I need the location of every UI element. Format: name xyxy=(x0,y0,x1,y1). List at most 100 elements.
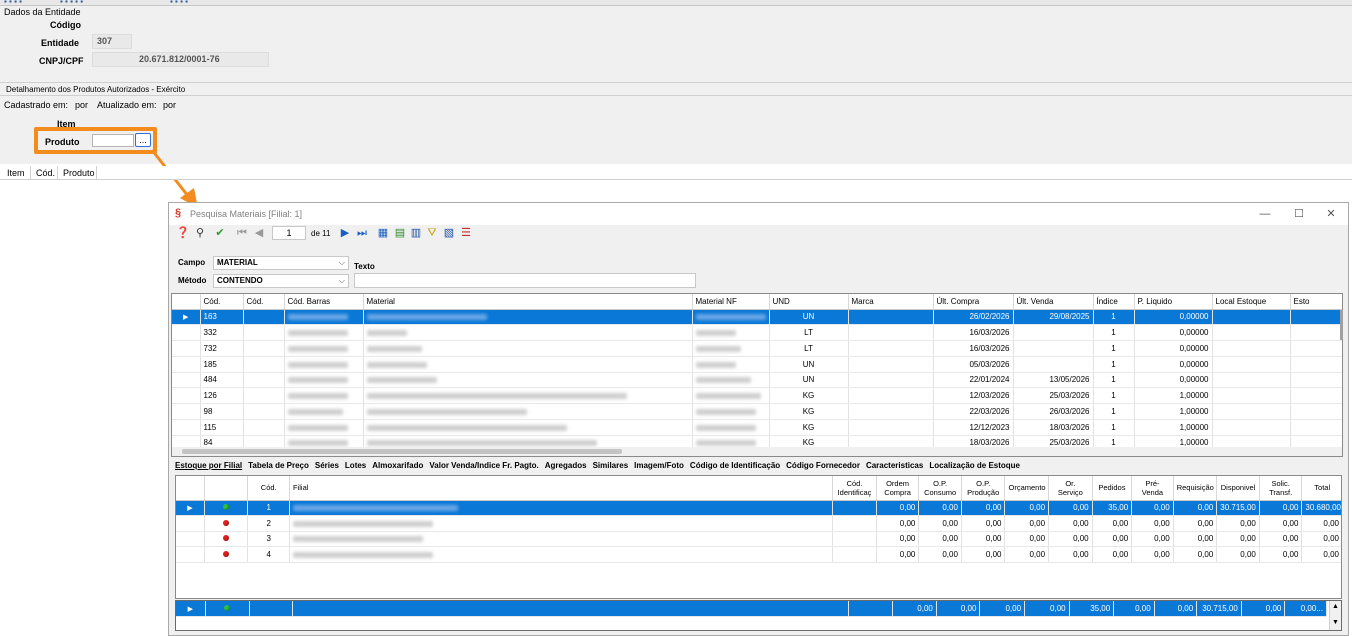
tab-10[interactable]: Código Fornecedor xyxy=(786,461,860,470)
toolbar-icon[interactable]: ▪ ▪ ▪ ▪ ▪ xyxy=(60,0,83,6)
close-icon[interactable]: ✕ xyxy=(1321,206,1341,222)
stock-row[interactable]: 3 0,00 0,00 0,00 0,00 0,00 0,00 0,00 0,00 0,00 0,0… xyxy=(176,531,1341,547)
totals-scrollbar[interactable]: ▲ ▼ xyxy=(1329,601,1341,630)
column-header[interactable]: O.P. Consumo xyxy=(918,476,962,501)
vertical-scrollbar-thumb[interactable] xyxy=(1340,310,1343,340)
column-header[interactable]: Cód. xyxy=(247,476,290,501)
column-header[interactable]: UND xyxy=(769,294,849,310)
checkmark-icon[interactable]: ✔ xyxy=(213,227,227,240)
tab-12[interactable]: Localização de Estoque xyxy=(929,461,1020,470)
cell-indice: 1 xyxy=(1093,387,1135,404)
tab-3[interactable]: Lotes xyxy=(345,461,366,470)
scrollbar-thumb[interactable] xyxy=(182,449,622,454)
material-row[interactable]: 98 KG 22/03/202626/03/202611,00000 67322 xyxy=(172,403,1342,420)
cell-p-liquido: 1,00000 xyxy=(1134,403,1213,420)
column-header[interactable]: Últ. Compra xyxy=(933,294,1014,310)
prev-page-icon[interactable]: ◀ xyxy=(252,227,266,240)
column-header[interactable]: Or. Serviço xyxy=(1048,476,1093,501)
column-header[interactable]: Últ. Venda xyxy=(1013,294,1094,310)
cell-value: 0,00 xyxy=(876,500,920,516)
binoculars-icon[interactable]: ⚲ xyxy=(193,227,207,240)
grid-view-icon[interactable]: ▤ xyxy=(393,227,407,240)
page-number-input[interactable]: 1 xyxy=(272,226,306,240)
column-cod[interactable]: Cód. xyxy=(36,168,55,178)
material-row[interactable]: ▶163 UN 26/02/202629/08/202510,00000 30715 xyxy=(172,309,1342,326)
tab-9[interactable]: Código de Identificação xyxy=(690,461,780,470)
material-row[interactable]: 732 LT 16/03/2026 10,00000 31632 xyxy=(172,340,1342,357)
column-header[interactable]: Orçamento xyxy=(1004,476,1050,501)
material-row[interactable]: 185 UN 05/03/2026 10,00000 40605 xyxy=(172,356,1342,373)
column-header[interactable]: Total xyxy=(1301,476,1341,501)
campo-select[interactable]: MATERIAL ⌵ xyxy=(213,256,349,270)
column-header[interactable]: Disponivel xyxy=(1216,476,1260,501)
tab-11[interactable]: Caracteristicas xyxy=(866,461,923,470)
first-page-icon[interactable]: ⏮ xyxy=(235,227,249,240)
export-icon[interactable]: ▥ xyxy=(409,227,423,240)
dialog-title: Pesquisa Materiais [Filial: 1] xyxy=(190,209,303,219)
column-header[interactable]: Solic. Transf. xyxy=(1259,476,1303,501)
column-header[interactable]: Ordem Compra xyxy=(876,476,920,501)
maximize-icon[interactable]: ☐ xyxy=(1289,206,1309,222)
texto-input[interactable] xyxy=(354,273,696,288)
cell-value: 0,00 xyxy=(961,515,1006,532)
column-header[interactable]: Cód. Barras xyxy=(284,294,364,310)
cell-filial xyxy=(289,531,834,547)
metodo-label: Método xyxy=(178,276,207,285)
tab-4[interactable]: Almoxarifado xyxy=(372,461,423,470)
product-input[interactable] xyxy=(92,134,134,147)
column-header[interactable]: Material NF xyxy=(692,294,770,310)
metodo-select[interactable]: CONTENDO ⌵ xyxy=(213,274,349,288)
column-header[interactable]: Filial xyxy=(289,476,834,501)
columns-icon[interactable]: ▧ xyxy=(442,227,456,240)
tab-6[interactable]: Agregados xyxy=(545,461,587,470)
horizontal-scrollbar[interactable] xyxy=(172,447,1342,456)
column-header[interactable]: Marca xyxy=(848,294,934,310)
cnpj-field[interactable]: 20.671.812/0001-76 xyxy=(92,52,269,67)
column-header[interactable]: Pré-Venda xyxy=(1131,476,1174,501)
calendar-icon[interactable]: ▦ xyxy=(376,227,390,240)
column-header[interactable]: P. Liquido xyxy=(1134,294,1213,310)
column-item[interactable]: Item xyxy=(7,168,25,178)
material-row[interactable]: 115 KG 12/12/202318/03/202611,00000 13290 xyxy=(172,419,1342,436)
help-icon[interactable]: ❓ xyxy=(176,227,190,240)
stock-row[interactable]: 4 0,00 0,00 0,00 0,00 0,00 0,00 0,00 0,00 0,00 0,0… xyxy=(176,546,1341,563)
scroll-up-icon[interactable]: ▲ xyxy=(1330,601,1341,613)
material-row[interactable]: 126 KG 12/03/202625/03/202611,00000 12484 xyxy=(172,387,1342,404)
entity-field[interactable]: 307 xyxy=(92,34,132,49)
next-page-icon[interactable]: ▶ xyxy=(338,227,352,240)
minimize-icon[interactable]: — xyxy=(1255,206,1275,222)
column-header[interactable]: Esto xyxy=(1290,294,1342,310)
tab-7[interactable]: Similares xyxy=(593,461,629,470)
chevron-down-icon: ⌵ xyxy=(338,258,345,267)
tab-8[interactable]: Imagem/Foto xyxy=(634,461,684,470)
column-header[interactable]: Cód. Identificaç xyxy=(832,476,877,501)
column-header[interactable]: Requisição xyxy=(1173,476,1218,501)
cell-und: KG xyxy=(769,419,849,436)
material-row[interactable]: 332 LT 16/03/2026 10,00000 39446 xyxy=(172,324,1342,341)
column-header[interactable]: Cód. xyxy=(200,294,244,310)
tab-0[interactable]: Estoque por Filial xyxy=(175,461,242,470)
cell-value: 0,00 xyxy=(1301,531,1341,547)
filter-icon[interactable]: ⛛ xyxy=(425,227,439,240)
column-produto[interactable]: Produto xyxy=(63,168,95,178)
tab-5[interactable]: Valor Venda/Indice Fr. Pagto. xyxy=(429,461,538,470)
column-header[interactable]: O.P. Produção xyxy=(961,476,1006,501)
column-header[interactable]: Índice xyxy=(1093,294,1135,310)
column-header[interactable]: Cód. xyxy=(243,294,285,310)
tab-2[interactable]: Séries xyxy=(315,461,339,470)
totals-row[interactable]: ▶ 0,00 0,00 0,00 0,00 35,00 0,00 0,00 30.715,00 0… xyxy=(176,601,1327,618)
stock-row[interactable]: 2 0,00 0,00 0,00 0,00 0,00 0,00 0,00 0,00 0,00 0,0… xyxy=(176,515,1341,532)
toolbar-icon[interactable]: ▪ ▪ ▪ ▪ xyxy=(170,0,188,6)
column-header[interactable]: Material xyxy=(363,294,693,310)
scroll-down-icon[interactable]: ▼ xyxy=(1330,616,1341,630)
material-row[interactable]: 484 UN 22/01/202413/05/202610,00000 10434 xyxy=(172,372,1342,389)
product-search-button[interactable]: ... xyxy=(135,133,151,147)
tab-1[interactable]: Tabela de Preço xyxy=(248,461,309,470)
settings-list-icon[interactable]: ☰ xyxy=(459,227,473,240)
cell-indice: 1 xyxy=(1093,372,1135,389)
toolbar-icon[interactable]: ▪ ▪ ▪ ▪ xyxy=(4,0,22,6)
stock-row[interactable]: ▶ 1 0,00 0,00 0,00 0,00 0,00 35,00 0,00 0,00 30.71… xyxy=(176,500,1341,516)
column-header[interactable]: Local Estoque xyxy=(1212,294,1291,310)
last-page-icon[interactable]: ⏭ xyxy=(355,227,369,240)
column-header[interactable]: Pedidos xyxy=(1092,476,1133,501)
